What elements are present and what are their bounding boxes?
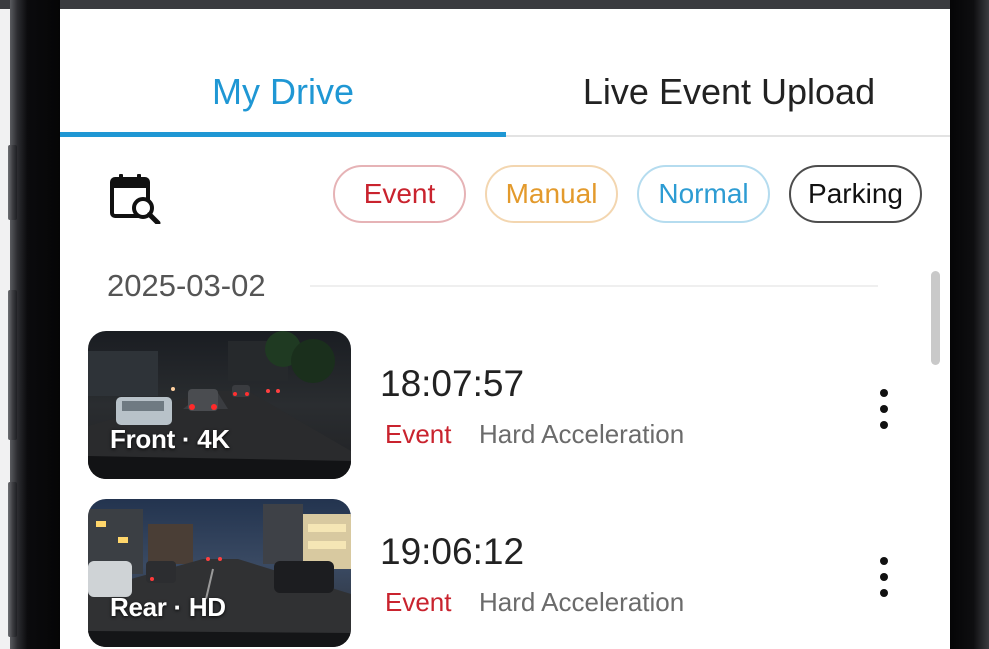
tab-my-drive[interactable]: My Drive <box>60 71 506 113</box>
filter-chip-normal[interactable]: Normal <box>637 165 770 223</box>
clip-time: 19:06:12 <box>380 531 525 572</box>
active-tab-indicator <box>60 132 506 137</box>
filter-chip-event[interactable]: Event <box>333 165 466 223</box>
more-options-button[interactable] <box>872 557 896 597</box>
phone-frame-left <box>10 0 60 649</box>
calendar-search-button[interactable] <box>108 172 164 226</box>
camera-label: Front · 4K <box>110 424 230 454</box>
scrollbar[interactable] <box>931 271 940 365</box>
clip-time: 18:07:57 <box>380 363 525 404</box>
phone-side-button <box>8 482 17 637</box>
event-type: Event <box>385 419 452 449</box>
phone-side-button <box>8 145 17 220</box>
camera-label: Rear · HD <box>110 592 226 622</box>
tab-live-event-upload[interactable]: Live Event Upload <box>506 71 950 113</box>
event-description: Hard Acceleration <box>479 419 685 449</box>
filter-chip-parking[interactable]: Parking <box>789 165 922 223</box>
list-item[interactable]: Rear · HD 19:06:12 Event Hard Accelerati… <box>88 499 928 649</box>
list-item[interactable]: Front · 4K 18:07:57 Event Hard Accelerat… <box>88 331 928 481</box>
more-vertical-icon <box>880 389 888 397</box>
event-type: Event <box>385 587 452 617</box>
calendar-search-icon <box>110 174 161 226</box>
more-options-button[interactable] <box>872 389 896 429</box>
filter-chip-manual[interactable]: Manual <box>485 165 618 223</box>
top-bezel <box>0 0 989 9</box>
event-description: Hard Acceleration <box>479 587 685 617</box>
date-group-header: 2025-03-02 <box>107 268 266 303</box>
front-camera-image <box>88 331 351 479</box>
date-divider <box>310 285 878 287</box>
video-thumbnail[interactable]: Front · 4K <box>88 331 351 479</box>
more-vertical-icon <box>880 557 888 565</box>
phone-side-button <box>8 290 17 440</box>
rear-camera-image <box>88 499 351 647</box>
app-screen: My Drive Live Event Upload Event Manual … <box>60 9 950 649</box>
video-thumbnail[interactable]: Rear · HD <box>88 499 351 647</box>
phone-frame-right <box>950 0 989 649</box>
